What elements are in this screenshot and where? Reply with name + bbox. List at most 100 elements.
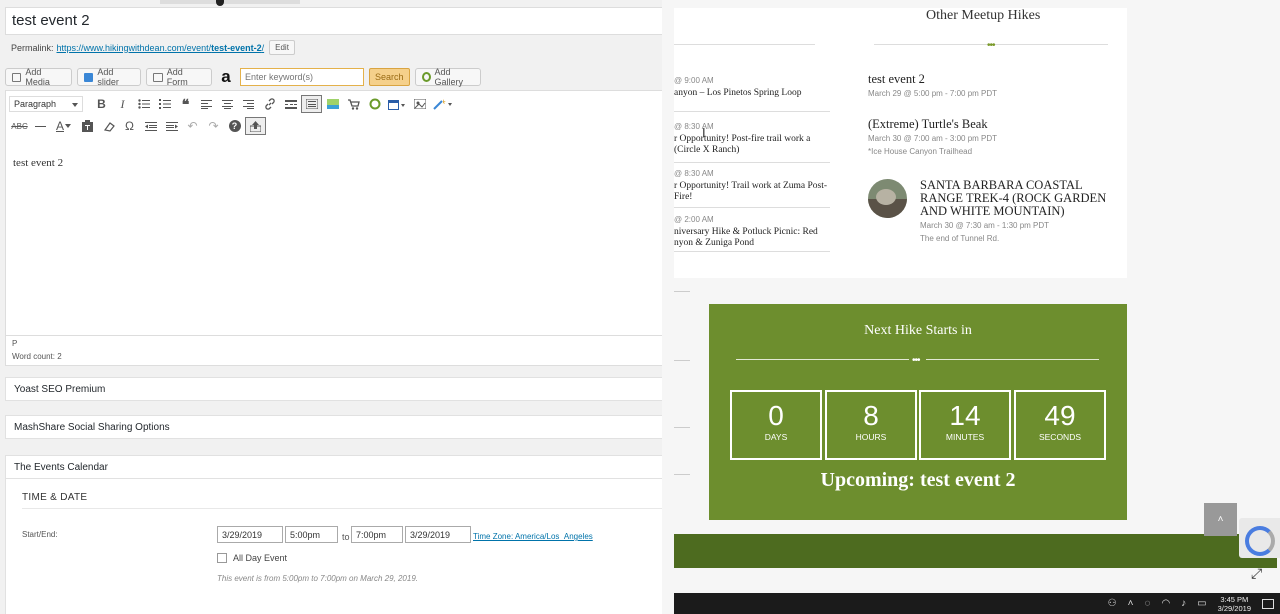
people-icon[interactable]: ⚇ <box>1108 598 1117 609</box>
to-label: to <box>342 532 350 542</box>
recaptcha-icon[interactable] <box>1239 518 1280 558</box>
volume-icon[interactable]: ♪ <box>1181 598 1186 609</box>
indent-icon[interactable] <box>161 117 182 135</box>
event-title[interactable]: SANTA BARBARA COASTAL RANGE TREK-4 (ROCK… <box>920 179 1110 218</box>
align-center-icon[interactable] <box>217 95 238 113</box>
countdown-hours: 8 HOURS <box>825 390 917 460</box>
circle-icon[interactable] <box>364 95 385 113</box>
slider-icon <box>84 72 94 82</box>
cart-icon[interactable] <box>343 95 364 113</box>
divider <box>674 44 815 45</box>
keyword-search-button[interactable]: Search <box>369 68 410 86</box>
blockquote-icon[interactable]: ❝ <box>175 95 196 113</box>
countdown-label: MINUTES <box>945 432 985 442</box>
add-form-button[interactable]: Add Form <box>146 67 212 87</box>
wifi-icon[interactable]: ◠ <box>1161 598 1170 609</box>
list-item[interactable]: @ 8:30 AM r Opportunity! Trail work at Z… <box>674 169 830 203</box>
list-item[interactable]: @ 9:00 AM anyon – Los Pinetos Spring Loo… <box>674 76 830 99</box>
divider <box>674 291 690 292</box>
italic-icon[interactable]: I <box>112 95 133 113</box>
event-date: March 30 @ 7:00 am - 3:00 pm PDT <box>868 134 998 143</box>
bullet-list-icon[interactable] <box>133 95 154 113</box>
strikethrough-icon[interactable]: ABC <box>9 117 30 135</box>
chevron-up-icon[interactable]: ˄ <box>1128 598 1134 609</box>
format-select[interactable]: Paragraph <box>9 96 83 112</box>
permalink-edit-button[interactable]: Edit <box>269 40 295 55</box>
image-icon[interactable] <box>322 95 343 113</box>
event-date: March 29 @ 5:00 pm - 7:00 pm PDT <box>868 89 998 98</box>
events-calendar-title[interactable]: The Events Calendar <box>14 462 108 473</box>
event-name: r Opportunity! Trail work at Zuma Post-F… <box>674 181 828 202</box>
add-slider-button[interactable]: Add slider <box>77 67 141 87</box>
help-icon[interactable]: ? <box>224 117 245 135</box>
add-gallery-button[interactable]: Add Gallery <box>414 67 481 87</box>
add-media-label: Add Media <box>25 67 50 87</box>
text-color-icon[interactable]: A <box>51 117 77 135</box>
amazon-icon[interactable]: a <box>217 67 235 87</box>
editor-content[interactable]: test event 2 <box>13 157 63 169</box>
event-title[interactable]: test event 2 <box>868 73 1108 86</box>
upload-icon[interactable] <box>245 117 266 135</box>
event-venue: *Ice House Canyon Trailhead <box>868 147 973 156</box>
permalink-base: https://www.hikingwithdean.com/event/ <box>56 42 212 53</box>
form-icon <box>153 72 163 82</box>
permalink: Permalink: https://www.hikingwithdean.co… <box>11 40 295 55</box>
list-item[interactable]: test event 2 March 29 @ 5:00 pm - 7:00 p… <box>868 73 1108 99</box>
media-icon[interactable] <box>409 95 430 113</box>
redo-icon[interactable]: ↷ <box>203 117 224 135</box>
scroll-to-top-button[interactable]: ˄ <box>1204 503 1237 536</box>
list-item[interactable]: (Extreme) Turtle's Beak March 30 @ 7:00 … <box>868 118 1108 157</box>
horizontal-line-icon[interactable] <box>30 117 51 135</box>
post-title-input[interactable]: test event 2 <box>5 7 662 35</box>
event-venue: The end of Tunnel Rd. <box>920 234 1000 243</box>
undo-icon[interactable]: ↶ <box>182 117 203 135</box>
countdown-label: SECONDS <box>1038 432 1082 442</box>
event-title[interactable]: (Extreme) Turtle's Beak <box>868 118 1108 131</box>
event-time-note: This event is from 5:00pm to 7:00pm on M… <box>217 574 418 583</box>
magic-wand-icon[interactable] <box>430 95 456 113</box>
outdent-icon[interactable] <box>140 117 161 135</box>
special-char-icon[interactable]: Ω <box>119 117 140 135</box>
bold-icon[interactable]: B <box>91 95 112 113</box>
numbered-list-icon[interactable] <box>154 95 175 113</box>
permalink-label: Permalink: <box>11 42 54 53</box>
countdown-value: 0 <box>768 400 784 431</box>
list-item[interactable]: SANTA BARBARA COASTAL RANGE TREK-4 (ROCK… <box>920 179 1110 244</box>
wp-editor-pane: test event 2 Permalink: https://www.hiki… <box>0 0 662 614</box>
calendar-icon[interactable] <box>385 95 409 113</box>
clock-date: 3/29/2019 <box>1217 603 1251 613</box>
notifications-icon[interactable] <box>1262 598 1274 609</box>
read-more-icon[interactable] <box>280 95 301 113</box>
network-icon[interactable]: ◌ <box>1144 598 1150 609</box>
align-right-icon[interactable] <box>238 95 259 113</box>
start-time-input[interactable]: 5:00pm <box>285 526 338 543</box>
permalink-link[interactable]: https://www.hikingwithdean.com/event/tes… <box>57 43 265 53</box>
end-date-input[interactable]: 3/29/2019 <box>405 526 471 543</box>
all-day-checkbox[interactable] <box>217 553 227 563</box>
paste-text-icon[interactable] <box>77 117 98 135</box>
divider <box>674 207 830 208</box>
editor-frame: Paragraph B I ❝ ABC A Ω ↶ ↷ ? test event… <box>5 90 662 336</box>
upcoming-event-link[interactable]: Upcoming: test event 2 <box>709 469 1127 492</box>
keyword-search-input[interactable] <box>240 68 364 86</box>
system-tray: ⚇ ˄ ◌ ◠ ♪ ▭ 3:45 PM 3/29/2019 <box>1108 593 1274 614</box>
list-item[interactable]: @ 2:00 AM niversary Hike & Potluck Picni… <box>674 215 830 249</box>
keyboard-icon[interactable]: ▭ <box>1197 598 1206 609</box>
event-thumbnail[interactable] <box>868 179 907 218</box>
timezone-link[interactable]: Time Zone: America/Los_Angeles <box>473 532 593 541</box>
metabox-yoast[interactable]: Yoast SEO Premium <box>5 377 662 401</box>
countdown-seconds: 49 SECONDS <box>1014 390 1106 460</box>
start-date-input[interactable]: 3/29/2019 <box>217 526 283 543</box>
event-name: r Opportunity! Post-fire trail work a (C… <box>674 134 811 155</box>
toolbar-toggle-icon[interactable] <box>301 95 322 113</box>
end-time-input[interactable]: 7:00pm <box>351 526 403 543</box>
clock[interactable]: 3:45 PM 3/29/2019 <box>1218 595 1251 613</box>
list-item[interactable]: @ 8:30 AM r Opportunity! Post-fire trail… <box>674 122 830 156</box>
clear-format-icon[interactable] <box>98 117 119 135</box>
link-icon[interactable] <box>259 95 280 113</box>
add-media-button[interactable]: Add Media <box>5 67 72 87</box>
align-left-icon[interactable] <box>196 95 217 113</box>
expand-icon[interactable]: ⤢ <box>1251 565 1262 582</box>
metabox-mashshare[interactable]: MashShare Social Sharing Options <box>5 415 662 439</box>
countdown-days: 0 DAYS <box>730 390 822 460</box>
